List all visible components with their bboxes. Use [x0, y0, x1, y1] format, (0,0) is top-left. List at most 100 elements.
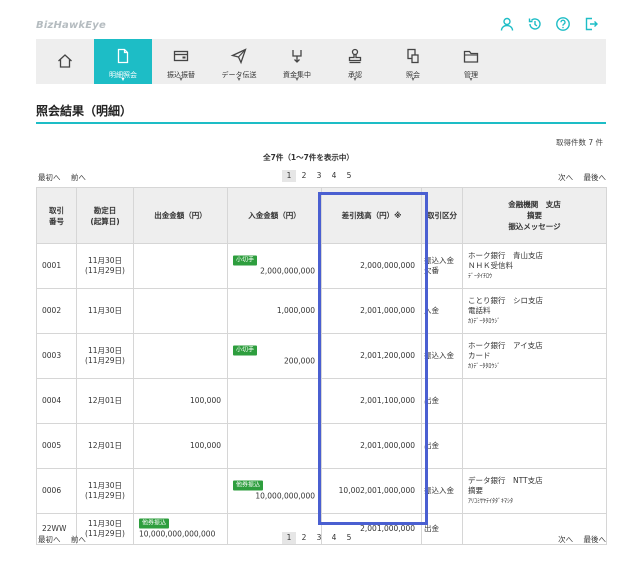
history-icon[interactable]	[527, 16, 543, 32]
card-icon	[173, 50, 189, 62]
chevron-down-icon: ▾	[411, 76, 415, 83]
cell-no: 0001	[36, 243, 77, 289]
cell-no: 0005	[36, 423, 77, 469]
cell-info	[462, 423, 607, 469]
next-page-link[interactable]: 次へ	[558, 535, 573, 544]
page-link-1[interactable]: 1	[282, 532, 296, 544]
page-title: 照会結果（明細）	[36, 104, 133, 118]
cell-date: 11月30日	[76, 288, 134, 334]
cell-no: 0002	[36, 288, 77, 334]
cell-kind: 出金	[421, 423, 463, 469]
nav-item-meisai[interactable]: 明細照会 ▾	[94, 39, 152, 84]
folder-icon	[463, 50, 479, 63]
page-link-4[interactable]: 4	[327, 532, 341, 544]
cell-kind: 振込入金	[421, 333, 463, 379]
page-link-2[interactable]: 2	[297, 532, 311, 544]
table-row: 0001 11月30日 (11月29日) 小切手 2,000,000,000 2,000,…	[36, 243, 607, 289]
status-badge: 小切手	[233, 345, 258, 356]
cell-balance: 2,001,100,000	[321, 378, 422, 424]
collect-icon	[292, 50, 302, 63]
page-link-5[interactable]: 5	[342, 170, 356, 182]
main-nav: 明細照会 ▾ 振込振替 ▾ データ伝送 ▾ 資金集中 ▾ 承認 ▾ 照会 ▾ 管…	[36, 39, 606, 84]
logout-icon[interactable]	[583, 16, 599, 32]
cell-balance: 2,000,000,000	[321, 243, 422, 289]
nav-item-data-transfer[interactable]: データ伝送 ▾	[210, 39, 268, 84]
pager-top: 最初へ 前へ 1 2 3 4 5 次へ 最後へ	[36, 170, 607, 184]
col-header-kind: 取引区分	[421, 187, 463, 244]
nav-item-approval[interactable]: 承認 ▾	[326, 39, 384, 84]
top-icons	[499, 16, 599, 32]
first-page-link[interactable]: 最初へ	[38, 173, 61, 182]
col-header-out: 出金金額（円）	[133, 187, 228, 244]
col-header-info: 金融機関 支店 摘要 振込メッセージ	[462, 187, 607, 244]
cell-balance: 10,002,001,000,000	[321, 468, 422, 514]
inquiry-icon	[407, 48, 419, 64]
table-header-row: 取引 番号 勘定日 (起算日) 出金金額（円） 入金金額（円） 差引残高（円）※ 取…	[36, 187, 607, 244]
document-icon	[117, 48, 129, 64]
prev-page-link[interactable]: 前へ	[71, 173, 86, 182]
table-row: 0006 11月30日 (11月29日) 他券振込 10,000,000,000 10,0…	[36, 468, 607, 514]
cell-date: 11月30日 (11月29日)	[76, 468, 134, 514]
pager-bottom: 最初へ 前へ 1 2 3 4 5 次へ 最後へ	[36, 532, 607, 546]
help-icon[interactable]	[555, 16, 571, 32]
col-header-balance: 差引残高（円）※	[321, 187, 422, 244]
cell-kind: 出金	[421, 378, 463, 424]
result-summary: 全7件（1〜7件を表示中）	[263, 153, 354, 162]
user-icon[interactable]	[499, 16, 515, 32]
chevron-down-icon: ▾	[179, 76, 183, 83]
results-table: 取引 番号 勘定日 (起算日) 出金金額（円） 入金金額（円） 差引残高（円）※ 取…	[36, 187, 607, 545]
cell-out-amount: 100,000	[133, 423, 228, 469]
table-row: 0005 12月01日 100,000 2,001,000,000 出金	[36, 423, 607, 469]
cell-balance: 2,001,200,000	[321, 333, 422, 379]
table-row: 0002 11月30日 1,000,000 2,001,000,000 入金 ことり銀行 …	[36, 288, 607, 334]
cell-kind: 振込入金 欠番	[421, 243, 463, 289]
title-divider	[36, 122, 606, 124]
page-link-1[interactable]: 1	[282, 170, 296, 182]
top-bar: BizHawkEye	[0, 0, 617, 38]
nav-item-home[interactable]	[36, 39, 94, 84]
cell-date: 11月30日 (11月29日)	[76, 243, 134, 289]
nav-item-furikomi[interactable]: 振込振替 ▾	[152, 39, 210, 84]
chevron-down-icon: ▾	[469, 76, 473, 83]
cell-no: 0003	[36, 333, 77, 379]
cell-in-amount	[227, 423, 322, 469]
cell-no: 0004	[36, 378, 77, 424]
cell-info	[462, 378, 607, 424]
cell-out-amount: 100,000	[133, 378, 228, 424]
cell-info: データ銀行 NTT支店 摘要 ｱﾘｺﾐｻﾔﾃｲﾀﾀﾞｷﾏｼﾀ	[462, 468, 607, 514]
chevron-down-icon: ▾	[237, 76, 241, 83]
prev-page-link[interactable]: 前へ	[71, 535, 86, 544]
nav-item-management[interactable]: 管理 ▾	[442, 39, 500, 84]
table-row: 0004 12月01日 100,000 2,001,100,000 出金	[36, 378, 607, 424]
cell-no: 0006	[36, 468, 77, 514]
cell-in-amount: 他券振込 10,000,000,000	[227, 468, 322, 514]
cell-date: 12月01日	[76, 423, 134, 469]
cell-balance: 2,001,000,000	[321, 288, 422, 334]
cell-info: ことり銀行 シロ支店 電話料 ｶ)ﾃﾞｰﾀﾀﾛｳｼﾞ	[462, 288, 607, 334]
page-link-3[interactable]: 3	[312, 532, 326, 544]
last-page-link[interactable]: 最後へ	[584, 535, 607, 544]
home-icon	[58, 54, 72, 68]
page-link-4[interactable]: 4	[327, 170, 341, 182]
page-link-3[interactable]: 3	[312, 170, 326, 182]
cell-date: 11月30日 (11月29日)	[76, 333, 134, 379]
status-badge: 他券振込	[139, 518, 170, 529]
page-link-5[interactable]: 5	[342, 532, 356, 544]
nav-item-inquiry[interactable]: 照会 ▾	[384, 39, 442, 84]
send-icon	[230, 48, 247, 65]
next-page-link[interactable]: 次へ	[558, 173, 573, 182]
page-link-2[interactable]: 2	[297, 170, 311, 182]
col-header-no: 取引 番号	[36, 187, 77, 244]
cell-kind: 振込入金	[421, 468, 463, 514]
cell-info: ホーク銀行 青山支店 ＮＨＫ受信料 ﾃﾞｰﾀｲﾁﾛｳ	[462, 243, 607, 289]
status-badge: 小切手	[233, 255, 258, 266]
app-logo: BizHawkEye	[36, 20, 107, 31]
last-page-link[interactable]: 最後へ	[584, 173, 607, 182]
cell-kind: 入金	[421, 288, 463, 334]
result-count: 取得件数 7 件	[555, 138, 603, 147]
table-row: 0003 11月30日 (11月29日) 小切手 200,000 2,001,200,00…	[36, 333, 607, 379]
chevron-down-icon: ▾	[295, 76, 299, 83]
cell-info: ホーク銀行 アイ支店 カード ｶ)ﾃﾞｰﾀﾀﾛｳｼﾞ	[462, 333, 607, 379]
first-page-link[interactable]: 最初へ	[38, 535, 61, 544]
nav-item-fund-concentration[interactable]: 資金集中 ▾	[268, 39, 326, 84]
